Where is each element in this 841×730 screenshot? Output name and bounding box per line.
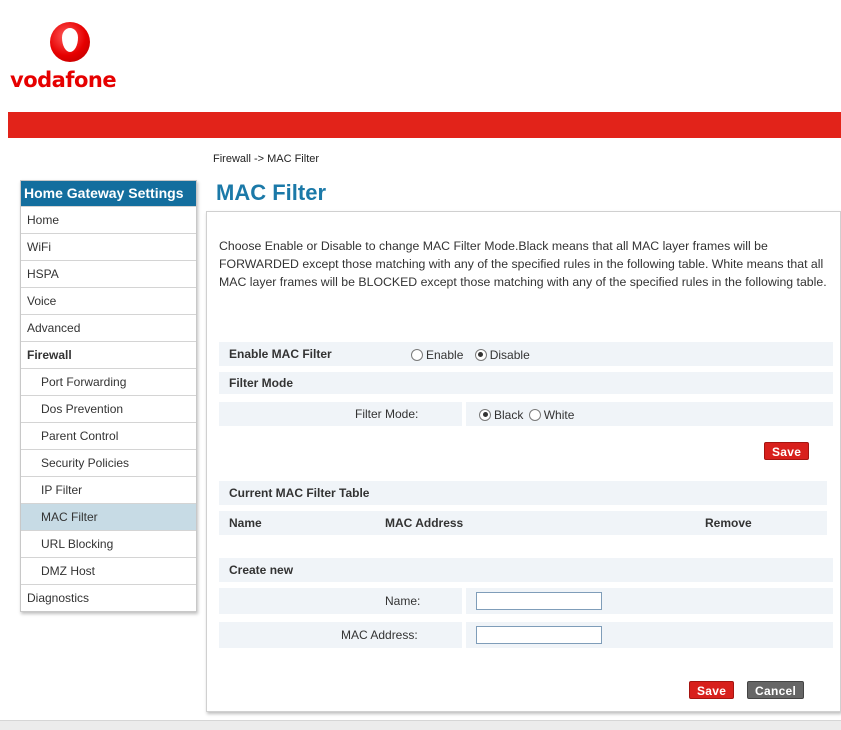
- name-label-cell: [219, 588, 462, 614]
- mac-filter-description: Choose Enable or Disable to change MAC F…: [219, 239, 827, 289]
- mac-table-header-row: Name MAC Address Remove: [219, 511, 827, 535]
- create-new-title: Create new: [229, 563, 294, 577]
- filter-mode-label: Filter Mode:: [355, 407, 419, 421]
- black-radio-label: Black: [494, 407, 524, 422]
- sidebar-item-wifi[interactable]: WiFi: [21, 233, 196, 260]
- status-bar: [0, 720, 841, 730]
- sidebar-item-parent-control[interactable]: Parent Control: [21, 422, 196, 449]
- mac-table-title: Current MAC Filter Table: [229, 486, 370, 500]
- sidebar-title: Home Gateway Settings: [21, 181, 196, 206]
- create-new-row: Create new: [219, 558, 833, 582]
- filter-mode-section-title: Filter Mode: [229, 376, 294, 390]
- sidebar: Home Gateway Settings Home WiFi HSPA Voi…: [20, 180, 197, 612]
- sidebar-item-voice[interactable]: Voice: [21, 287, 196, 314]
- white-radio[interactable]: [528, 408, 541, 421]
- sidebar-item-hspa[interactable]: HSPA: [21, 260, 196, 287]
- breadcrumb: Firewall -> MAC Filter: [213, 153, 320, 165]
- filter-mode-label-cell: [219, 402, 462, 426]
- enable-mac-filter-row: Enable MAC Filter Enable Disable: [219, 342, 833, 366]
- sidebar-item-advanced[interactable]: Advanced: [21, 314, 196, 341]
- sidebar-item-dmz-host[interactable]: DMZ Host: [21, 557, 196, 584]
- sidebar-item-ip-filter[interactable]: IP Filter: [21, 476, 196, 503]
- column-header-remove: Remove: [705, 516, 752, 530]
- mac-address-input[interactable]: [476, 626, 602, 644]
- save-button[interactable]: Save: [764, 442, 810, 460]
- sidebar-item-dos-prevention[interactable]: Dos Prevention: [21, 395, 196, 422]
- filter-mode-section-row: Filter Mode: [219, 372, 833, 394]
- column-header-name: Name: [229, 516, 262, 530]
- sidebar-item-mac-filter[interactable]: MAC Filter: [21, 503, 196, 530]
- name-input[interactable]: [476, 592, 602, 610]
- content-panel: Choose Enable or Disable to change MAC F…: [206, 211, 841, 712]
- disable-radio[interactable]: [474, 348, 487, 361]
- sidebar-item-url-blocking[interactable]: URL Blocking: [21, 530, 196, 557]
- header-red-bar: [8, 112, 841, 138]
- enable-mac-filter-label: Enable MAC Filter: [229, 347, 332, 361]
- sidebar-item-diagnostics[interactable]: Diagnostics: [21, 584, 196, 611]
- header: vodafone: [0, 0, 841, 112]
- disable-radio-label: Disable: [489, 347, 530, 362]
- filter-mode-radio-group: Black White: [479, 407, 582, 422]
- create-mac-row: MAC Address:: [219, 622, 833, 648]
- vodafone-logo[interactable]: vodafone: [8, 18, 148, 108]
- enable-radio[interactable]: [411, 348, 423, 361]
- filter-mode-row: Filter Mode: Black White: [219, 402, 833, 426]
- white-radio-label: White: [543, 407, 575, 422]
- sidebar-item-home[interactable]: Home: [21, 206, 196, 233]
- save-bottom-button[interactable]: Save: [689, 681, 735, 699]
- sidebar-item-port-forwarding[interactable]: Port Forwarding: [21, 368, 196, 395]
- cancel-button[interactable]: Cancel: [747, 681, 805, 699]
- sidebar-item-firewall[interactable]: Firewall: [21, 341, 196, 368]
- mac-table-title-row: Current MAC Filter Table: [219, 481, 827, 505]
- enable-radio-label: Enable: [426, 347, 464, 362]
- create-name-row: Name:: [219, 588, 833, 614]
- enable-radio-group: Enable Disable: [411, 347, 538, 362]
- name-label: Name:: [385, 594, 421, 608]
- black-radio[interactable]: [479, 408, 491, 421]
- mac-address-label: MAC Address:: [341, 628, 418, 642]
- page-title: MAC Filter: [216, 180, 326, 205]
- column-header-mac-address: MAC Address: [385, 516, 464, 530]
- logo-text: vodafone: [10, 68, 117, 92]
- sidebar-item-security-policies[interactable]: Security Policies: [21, 449, 196, 476]
